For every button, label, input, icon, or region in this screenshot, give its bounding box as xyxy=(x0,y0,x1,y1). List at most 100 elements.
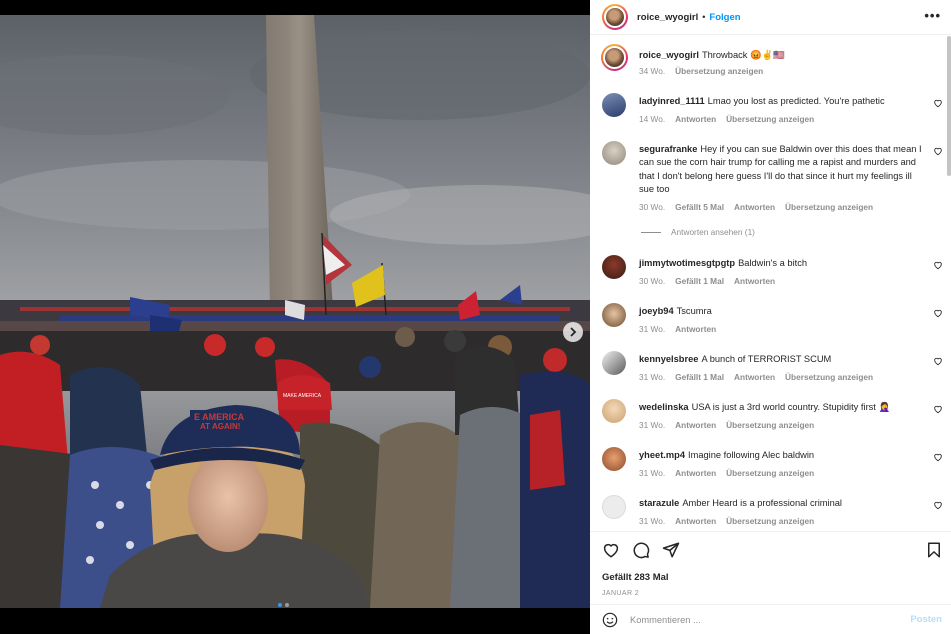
comment-avatar[interactable] xyxy=(602,141,626,165)
view-replies-toggle[interactable]: Antworten ansehen (1) xyxy=(641,227,755,237)
comment-meta: 31 Wo. Antworten xyxy=(639,324,726,334)
heart-icon[interactable] xyxy=(933,356,943,366)
post-date[interactable]: JANUAR 2 xyxy=(602,590,639,597)
comment-text: Tscumra xyxy=(676,306,712,316)
carousel-next-button[interactable] xyxy=(563,322,583,342)
add-comment-bar: Posten xyxy=(590,604,951,634)
translate-button[interactable]: Übersetzung anzeigen xyxy=(726,468,814,478)
follow-button[interactable]: Folgen xyxy=(709,12,740,23)
view-replies-label[interactable]: Antworten ansehen (1) xyxy=(671,227,755,237)
comment-time[interactable]: 31 Wo. xyxy=(639,324,665,334)
comment-text-block: starazule Amber Heard is a professional c… xyxy=(639,497,925,510)
post-photo[interactable]: E AMERICA AT AGAIN! MAKE AMERICA xyxy=(0,15,590,608)
caption: roice_wyogirl Throwback 😡✌️🇺🇸 34 Wo. Übers… xyxy=(601,44,947,85)
translate-button[interactable]: Übersetzung anzeigen xyxy=(726,114,814,124)
comment-avatar[interactable] xyxy=(602,447,626,471)
translate-button[interactable]: Übersetzung anzeigen xyxy=(785,202,873,212)
comment-username[interactable]: ladyinred_1111 xyxy=(639,96,705,106)
header-separator: • xyxy=(702,12,706,22)
reply-button[interactable]: Antworten xyxy=(734,276,775,286)
comment-like-count[interactable]: Gefällt 5 Mal xyxy=(675,202,724,212)
comment-meta: 14 Wo. Antworten Übersetzung anzeigen xyxy=(639,114,824,124)
translate-button[interactable]: Übersetzung anzeigen xyxy=(785,372,873,382)
post-actions: Gefällt 283 Mal JANUAR 2 xyxy=(590,531,951,604)
reply-button[interactable]: Antworten xyxy=(734,202,775,212)
author-username[interactable]: roice_wyogirl xyxy=(637,12,698,23)
comment-time[interactable]: 31 Wo. xyxy=(639,420,665,430)
comment-text-block: jimmytwotimesgtpgtp Baldwin's a bitch xyxy=(639,257,925,270)
comment-like-count[interactable]: Gefällt 1 Mal xyxy=(675,372,724,382)
reply-button[interactable]: Antworten xyxy=(675,468,716,478)
comment-meta: 31 Wo. Antworten Übersetzung anzeigen xyxy=(639,468,824,478)
comment-button[interactable] xyxy=(632,541,650,559)
comment-like-count[interactable]: Gefällt 1 Mal xyxy=(675,276,724,286)
save-button[interactable] xyxy=(925,541,943,559)
comment-text-block: wedelinska USA is just a 3rd world countr… xyxy=(639,401,925,414)
caption-translate[interactable]: Übersetzung anzeigen xyxy=(675,66,763,76)
comment-text: Baldwin's a bitch xyxy=(738,258,808,268)
heart-icon[interactable] xyxy=(933,452,943,462)
comments-scrollbar[interactable] xyxy=(947,36,951,531)
heart-icon[interactable] xyxy=(933,98,943,108)
heart-icon[interactable] xyxy=(933,146,943,156)
heart-icon[interactable] xyxy=(933,260,943,270)
emoji-icon[interactable] xyxy=(602,612,618,628)
reply-button[interactable]: Antworten xyxy=(675,324,716,334)
comments-list[interactable]: roice_wyogirl Throwback 😡✌️🇺🇸 34 Wo. Übers… xyxy=(590,36,951,531)
comment-time[interactable]: 14 Wo. xyxy=(639,114,665,124)
comment-input[interactable] xyxy=(630,611,900,629)
share-button[interactable] xyxy=(662,541,680,559)
comment-time[interactable]: 30 Wo. xyxy=(639,276,665,286)
post-comment-button[interactable]: Posten xyxy=(910,614,942,625)
comment-username[interactable]: starazule xyxy=(639,498,679,508)
author-avatar[interactable] xyxy=(602,4,628,30)
reply-button[interactable]: Antworten xyxy=(675,420,716,430)
comment-username[interactable]: yheet.mp4 xyxy=(639,450,685,460)
svg-text:AT AGAIN!: AT AGAIN! xyxy=(200,422,240,431)
caption-avatar[interactable] xyxy=(601,44,628,71)
comment-avatar[interactable] xyxy=(602,255,626,279)
likes-count[interactable]: Gefällt 283 Mal xyxy=(602,572,669,583)
comment-text-block: joeyb94 Tscumra xyxy=(639,305,925,318)
heart-icon[interactable] xyxy=(933,500,943,510)
comment-time[interactable]: 31 Wo. xyxy=(639,516,665,526)
comment-time[interactable]: 31 Wo. xyxy=(639,372,665,382)
comment-time[interactable]: 30 Wo. xyxy=(639,202,665,212)
svg-text:E AMERICA: E AMERICA xyxy=(194,412,245,422)
comment-text-block: kennyelsbree A bunch of TERRORIST SCUM xyxy=(639,353,925,366)
comment-avatar[interactable] xyxy=(602,351,626,375)
comment-meta: 31 Wo. Antworten Übersetzung anzeigen xyxy=(639,516,824,526)
comment-username[interactable]: segurafranke xyxy=(639,144,697,154)
carousel-dot-active xyxy=(278,603,282,607)
caption-text-block: roice_wyogirl Throwback 😡✌️🇺🇸 xyxy=(639,49,925,62)
translate-button[interactable]: Übersetzung anzeigen xyxy=(726,420,814,430)
reply-button[interactable]: Antworten xyxy=(675,516,716,526)
comment-time[interactable]: 31 Wo. xyxy=(639,468,665,478)
comment-username[interactable]: kennyelsbree xyxy=(639,354,698,364)
comment-icon xyxy=(633,542,650,559)
heart-icon[interactable] xyxy=(933,308,943,318)
comment-item: joeyb94 Tscumra 31 Wo. Antworten xyxy=(602,303,947,343)
carousel-indicator xyxy=(278,603,289,607)
heart-icon[interactable] xyxy=(933,404,943,414)
comment-avatar[interactable] xyxy=(602,93,626,117)
caption-time[interactable]: 34 Wo. xyxy=(639,66,665,76)
scrollbar-thumb[interactable] xyxy=(947,36,951,176)
top-black-bar xyxy=(0,0,590,15)
reply-button[interactable]: Antworten xyxy=(734,372,775,382)
like-button[interactable] xyxy=(602,541,620,559)
comment-username[interactable]: wedelinska xyxy=(639,402,689,412)
comment-item: yheet.mp4 Imagine following Alec baldwin … xyxy=(602,447,947,487)
share-icon xyxy=(662,542,680,558)
comment-avatar[interactable] xyxy=(602,399,626,423)
reply-button[interactable]: Antworten xyxy=(675,114,716,124)
comment-username[interactable]: jimmytwotimesgtpgtp xyxy=(639,258,735,268)
caption-username[interactable]: roice_wyogirl xyxy=(639,50,699,60)
comment-username[interactable]: joeyb94 xyxy=(639,306,674,316)
more-icon[interactable]: ••• xyxy=(924,8,941,23)
translate-button[interactable]: Übersetzung anzeigen xyxy=(726,516,814,526)
comment-meta: 30 Wo. Gefällt 5 Mal Antworten Übersetzung … xyxy=(639,202,883,212)
comment-meta: 30 Wo. Gefällt 1 Mal Antworten xyxy=(639,276,785,286)
comment-avatar[interactable] xyxy=(602,303,626,327)
comment-avatar[interactable] xyxy=(602,495,626,519)
